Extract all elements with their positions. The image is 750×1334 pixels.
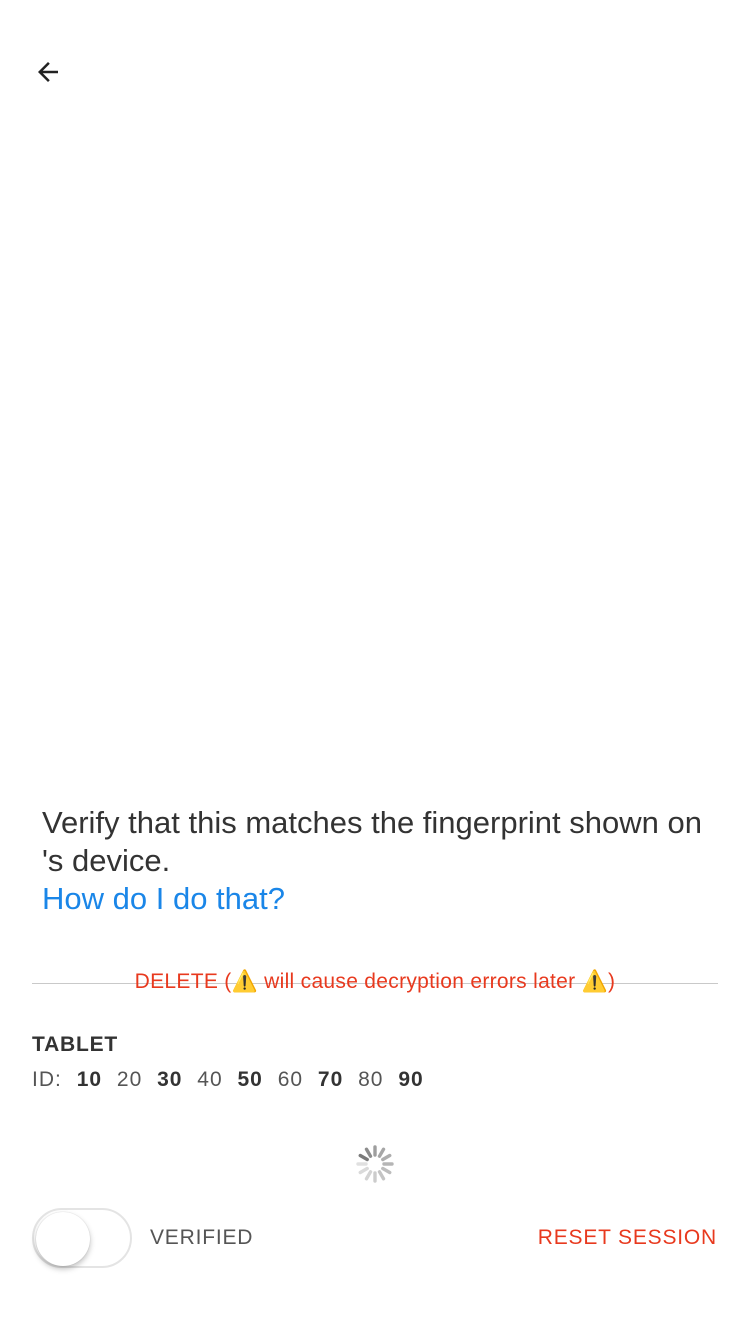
device-id-segment: 20 — [116, 1068, 143, 1091]
verify-block: Verify that this matches the fingerprint… — [42, 804, 722, 918]
back-button[interactable] — [24, 48, 72, 96]
device-id-segment: 80 — [358, 1068, 384, 1091]
verified-toggle[interactable] — [32, 1208, 132, 1268]
device-id-segment: 40 — [197, 1068, 223, 1091]
device-id-segment: 10 — [76, 1068, 103, 1091]
device-id-segment: 60 — [277, 1068, 304, 1091]
verified-label: VERIFIED — [150, 1226, 254, 1249]
device-id-segment: 50 — [237, 1068, 263, 1091]
verify-instructions: Verify that this matches the fingerprint… — [42, 805, 702, 878]
device-id-label: ID: — [32, 1068, 62, 1091]
delete-device-button[interactable]: DELETE (⚠️ will cause decryption errors … — [32, 962, 718, 1002]
device-id-segment: 30 — [157, 1068, 183, 1091]
device-id-segment: 90 — [398, 1068, 424, 1091]
toggle-knob — [36, 1212, 90, 1266]
device-id: ID: 10 20 30 40 50 60 70 80 90 — [32, 1066, 432, 1094]
reset-session-button[interactable]: RESET SESSION — [538, 1226, 717, 1250]
device-name: TABLET — [32, 1033, 119, 1056]
how-do-i-do-that-link[interactable]: How do I do that? — [42, 880, 285, 918]
delete-label: DELETE (⚠️ will cause decryption errors … — [134, 970, 616, 993]
loading-spinner-icon — [356, 1145, 394, 1183]
arrow-left-icon — [38, 62, 58, 82]
device-info: TABLET ID: 10 20 30 40 50 60 70 80 90 — [32, 1032, 432, 1094]
device-id-segment: 70 — [317, 1068, 344, 1091]
